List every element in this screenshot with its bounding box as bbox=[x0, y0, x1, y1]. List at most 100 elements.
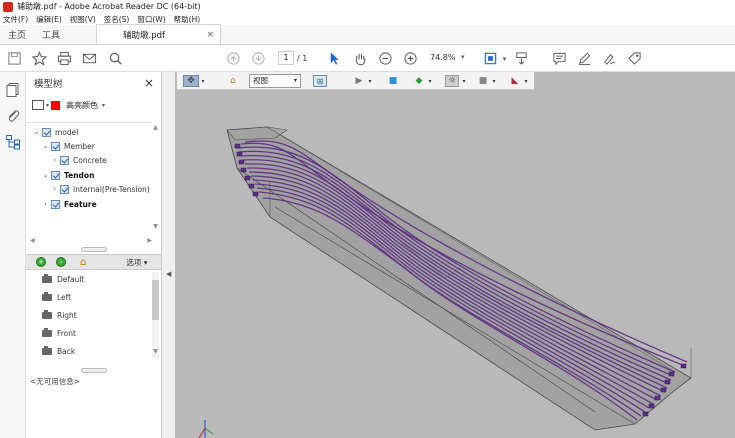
play-dropdown-icon[interactable]: ▾ bbox=[367, 75, 373, 87]
projection-cube-icon[interactable]: ■ bbox=[387, 75, 399, 87]
view-item-back[interactable]: Back bbox=[42, 342, 75, 360]
tree-options-dropdown-icon[interactable]: ▾ bbox=[46, 102, 49, 109]
scroll-mode-icon[interactable] bbox=[514, 51, 529, 66]
tree-node-feature[interactable]: › Feature bbox=[41, 197, 97, 211]
visibility-checkbox[interactable] bbox=[51, 199, 60, 209]
view-item-right[interactable]: Right bbox=[42, 306, 77, 324]
view-select-value: 视图 bbox=[253, 76, 268, 85]
visibility-checkbox[interactable] bbox=[42, 127, 51, 137]
panel-splitter-handle[interactable] bbox=[81, 247, 107, 252]
cross-section-dropdown-icon[interactable]: ▾ bbox=[523, 75, 529, 87]
view-label: Front bbox=[57, 328, 76, 338]
comment-icon[interactable] bbox=[552, 51, 567, 66]
view-item-default[interactable]: Default bbox=[42, 270, 84, 288]
menu-edit[interactable]: 编辑(E) bbox=[36, 14, 62, 25]
model-tree-icon[interactable] bbox=[5, 134, 21, 150]
zoom-dropdown-icon[interactable]: ▾ bbox=[461, 53, 465, 61]
tree-node-internal-pretension[interactable]: › Internal(Pre-Tension) bbox=[50, 182, 150, 196]
page-number-input[interactable]: 1 bbox=[278, 51, 294, 65]
tree-node-model[interactable]: ⌄ model bbox=[32, 125, 78, 139]
collapse-panel-arrow-icon[interactable]: ◀ bbox=[166, 270, 171, 278]
highlight-dropdown-icon[interactable]: ▾ bbox=[102, 102, 105, 109]
render-mode-dropdown-icon[interactable]: ▾ bbox=[427, 75, 433, 87]
hand-tool-icon[interactable] bbox=[353, 51, 368, 66]
menu-sign[interactable]: 签名(S) bbox=[104, 14, 130, 25]
expand-chevron-icon[interactable]: › bbox=[50, 156, 59, 164]
panel-splitter-handle[interactable] bbox=[81, 368, 107, 373]
menu-help[interactable]: 帮助(H) bbox=[174, 14, 201, 25]
tree-node-member[interactable]: ⌄ Member bbox=[41, 139, 95, 153]
highlight-color-label[interactable]: 高亮颜色 bbox=[66, 100, 98, 111]
collapse-chevron-icon[interactable]: ⌄ bbox=[41, 142, 50, 150]
visibility-checkbox[interactable] bbox=[51, 141, 60, 151]
views-options-label: 选项 bbox=[126, 257, 142, 267]
next-page-icon[interactable] bbox=[251, 51, 266, 66]
sign-icon[interactable] bbox=[602, 51, 617, 66]
rotate-tool-icon[interactable]: ✥ bbox=[183, 75, 199, 87]
collapse-chevron-icon[interactable]: ⌄ bbox=[41, 171, 50, 179]
tree-horizontal-scrollbar[interactable]: ◀ ▶ bbox=[30, 236, 152, 245]
search-icon[interactable] bbox=[108, 51, 123, 66]
cross-section-icon[interactable]: ◣ bbox=[509, 75, 521, 87]
collapse-chevron-icon[interactable]: ⌄ bbox=[32, 128, 41, 136]
3d-model-render[interactable] bbox=[175, 72, 735, 438]
3d-viewport[interactable]: ✥ ▾ ⌂ 视图 ▾ ⊞ ▶ ▾ ■ ◆ ▾ ☼ ▾ ■ ▾ ◣ ▾ bbox=[175, 72, 735, 438]
close-tab-icon[interactable]: × bbox=[206, 30, 214, 40]
scroll-down-arrow-icon[interactable]: ▼ bbox=[152, 348, 159, 355]
tree-node-tendon[interactable]: ⌄ Tendon bbox=[41, 168, 94, 182]
add-view-icon[interactable]: + bbox=[36, 257, 46, 267]
visibility-checkbox[interactable] bbox=[51, 170, 60, 180]
play-animation-icon[interactable]: ▶ bbox=[353, 75, 365, 87]
home-view-icon[interactable]: ⌂ bbox=[227, 75, 239, 87]
page-thumbnails-icon[interactable] bbox=[5, 82, 21, 98]
scroll-left-arrow-icon[interactable]: ◀ bbox=[30, 237, 35, 244]
select-cursor-icon[interactable] bbox=[327, 51, 342, 66]
tab-document[interactable]: 辅助墩.pdf × bbox=[96, 24, 222, 44]
menu-view[interactable]: 视图(V) bbox=[70, 14, 96, 25]
email-icon[interactable] bbox=[82, 51, 97, 66]
zoom-out-icon[interactable] bbox=[378, 51, 393, 66]
fit-dropdown-icon[interactable]: ▾ bbox=[497, 51, 512, 66]
highlight-pen-icon[interactable] bbox=[577, 51, 592, 66]
next-view-icon[interactable]: › bbox=[56, 257, 66, 267]
visibility-checkbox[interactable] bbox=[60, 184, 69, 194]
tree-options-icon[interactable] bbox=[32, 100, 44, 110]
previous-page-icon[interactable] bbox=[226, 51, 241, 66]
menu-file[interactable]: 文件(F) bbox=[3, 14, 28, 25]
home-view-icon[interactable]: ⌂ bbox=[80, 257, 86, 268]
close-panel-icon[interactable]: × bbox=[144, 76, 154, 90]
views-options-button[interactable]: 选项 ▾ bbox=[126, 257, 147, 268]
tab-tools[interactable]: 工具 bbox=[34, 24, 68, 44]
tree-node-concrete[interactable]: › Concrete bbox=[50, 153, 107, 167]
fit-page-icon[interactable] bbox=[483, 51, 498, 66]
zoom-in-icon[interactable] bbox=[403, 51, 418, 66]
menu-window[interactable]: 窗口(W) bbox=[137, 14, 165, 25]
view-select-dropdown[interactable]: 视图 ▾ bbox=[249, 74, 301, 88]
visibility-checkbox[interactable] bbox=[60, 155, 69, 165]
lighting-icon[interactable]: ☼ bbox=[445, 75, 459, 87]
scroll-down-arrow-icon[interactable]: ▼ bbox=[152, 223, 159, 230]
scroll-right-arrow-icon[interactable]: ▶ bbox=[147, 237, 152, 244]
tab-home[interactable]: 主页 bbox=[0, 24, 34, 44]
highlight-color-swatch[interactable] bbox=[51, 100, 61, 110]
view-item-front[interactable]: Front bbox=[42, 324, 76, 342]
print-icon[interactable] bbox=[57, 51, 72, 66]
background-dropdown-icon[interactable]: ▾ bbox=[491, 75, 497, 87]
view-item-left[interactable]: Left bbox=[42, 288, 71, 306]
tree-vertical-scrollbar[interactable]: ▲ ▼ bbox=[152, 124, 159, 236]
expand-chevron-icon[interactable]: › bbox=[50, 185, 59, 193]
save-icon[interactable] bbox=[7, 51, 22, 66]
zoom-level[interactable]: 74.8% bbox=[430, 53, 455, 62]
render-mode-icon[interactable]: ◆ bbox=[413, 75, 425, 87]
views-vertical-scrollbar[interactable]: ▼ bbox=[152, 272, 159, 358]
scroll-up-arrow-icon[interactable]: ▲ bbox=[152, 124, 159, 131]
scroll-thumb[interactable] bbox=[152, 280, 159, 320]
stamp-tag-icon[interactable] bbox=[627, 51, 642, 66]
rotate-tool-dropdown-icon[interactable]: ▾ bbox=[200, 75, 206, 87]
attachments-icon[interactable] bbox=[5, 108, 21, 124]
model-tree-toggle-icon[interactable]: ⊞ bbox=[313, 75, 327, 87]
expand-chevron-icon[interactable]: › bbox=[41, 200, 50, 208]
background-color-icon[interactable]: ■ bbox=[477, 75, 489, 87]
lighting-dropdown-icon[interactable]: ▾ bbox=[461, 75, 467, 87]
bookmark-star-icon[interactable] bbox=[32, 51, 47, 66]
